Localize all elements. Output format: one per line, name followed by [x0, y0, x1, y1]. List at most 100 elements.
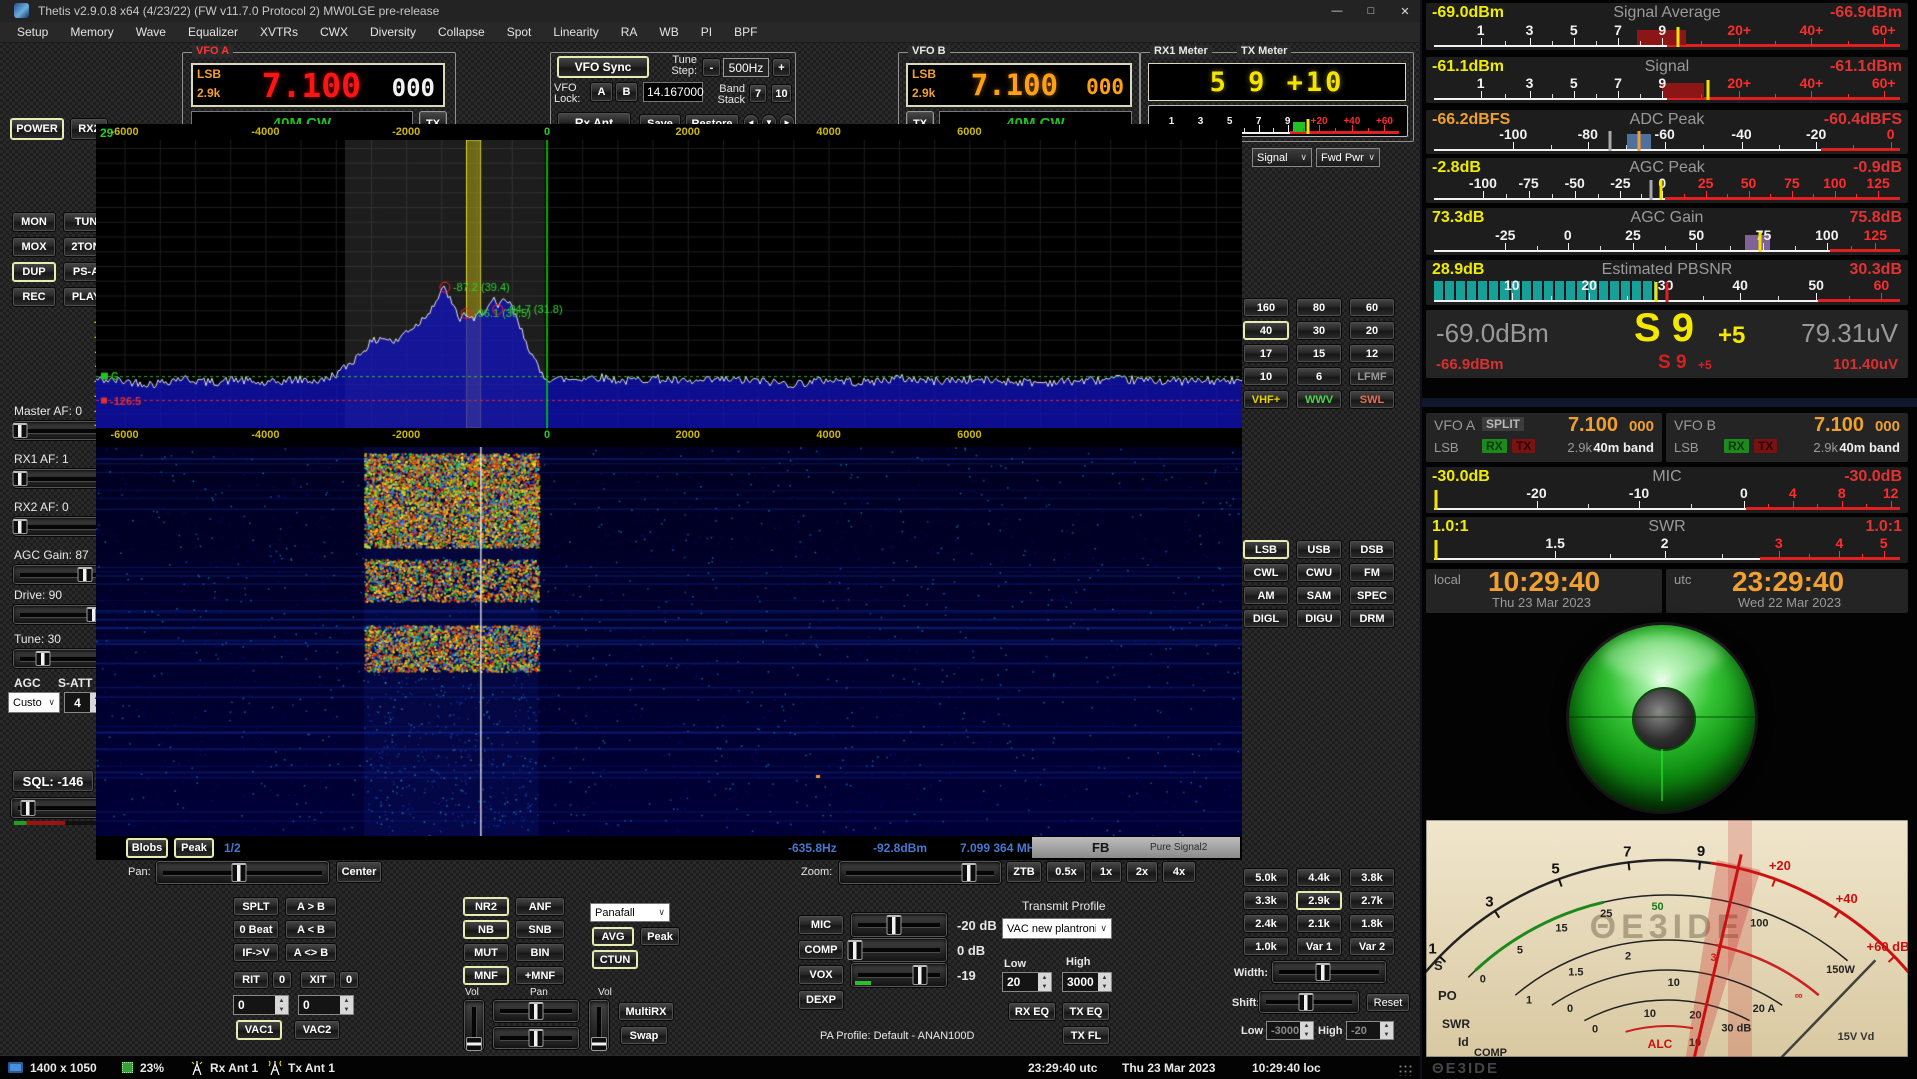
zoom-2x-button[interactable]: 2x: [1126, 861, 1158, 883]
vfo-op-button-a-b[interactable]: A <> B: [285, 943, 337, 962]
peak-button[interactable]: Peak: [174, 838, 214, 858]
avg-button[interactable]: AVG: [592, 927, 634, 946]
mic-slider[interactable]: [850, 912, 948, 938]
comp-button[interactable]: COMP: [798, 940, 844, 960]
menu-wb[interactable]: WB: [648, 23, 689, 41]
menu-pi[interactable]: PI: [690, 23, 723, 41]
menu-ra[interactable]: RA: [610, 23, 649, 41]
dsp-button-snb[interactable]: SNB: [515, 920, 565, 939]
tx-button-rec[interactable]: REC: [12, 287, 56, 307]
band-button-15[interactable]: 15: [1296, 344, 1342, 363]
filter-button-4-4k[interactable]: 4.4k: [1296, 868, 1342, 887]
vox-slider[interactable]: [850, 962, 948, 988]
frequency-entry-field[interactable]: 14.167000: [643, 82, 703, 102]
waterfall-canvas[interactable]: [96, 447, 1242, 836]
menu-collapse[interactable]: Collapse: [427, 23, 496, 41]
dsp-button-nb[interactable]: NB: [463, 920, 509, 939]
tab-fb[interactable]: FB: [1092, 840, 1109, 855]
rx1-vol-slider[interactable]: [463, 999, 485, 1051]
band-button-40[interactable]: 40: [1243, 321, 1289, 340]
filter-button-var-2[interactable]: Var 2: [1349, 937, 1395, 956]
tx-fl-button[interactable]: TX FL: [1062, 1026, 1110, 1045]
menu-cwx[interactable]: CWX: [309, 23, 359, 41]
xit-stepper[interactable]: 0▲▼: [298, 995, 354, 1015]
band-button-12[interactable]: 12: [1349, 344, 1395, 363]
filter-button-5-0k[interactable]: 5.0k: [1243, 868, 1289, 887]
mode-button-lsb[interactable]: LSB: [1243, 540, 1289, 559]
vox-button[interactable]: VOX: [798, 965, 844, 985]
zoom-1x-button[interactable]: 1x: [1090, 861, 1122, 883]
slider-thumb[interactable]: [887, 915, 902, 935]
resize-grip[interactable]: [1398, 1064, 1412, 1076]
shift-reset-button[interactable]: Reset: [1366, 993, 1410, 1012]
slider-thumb[interactable]: [36, 651, 51, 666]
dsp-button-mnf[interactable]: MNF: [463, 966, 509, 985]
panadapter-canvas[interactable]: [96, 140, 1242, 428]
menu-spot[interactable]: Spot: [496, 23, 543, 41]
filter-button-var-1[interactable]: Var 1: [1296, 937, 1342, 956]
band-button-10[interactable]: 10: [1243, 367, 1289, 386]
agc-gain-slider[interactable]: [12, 564, 106, 585]
vac2-button[interactable]: VAC2: [294, 1020, 340, 1040]
band-button-30[interactable]: 30: [1296, 321, 1342, 340]
shift-slider[interactable]: [1258, 990, 1360, 1014]
filter-button-3-3k[interactable]: 3.3k: [1243, 891, 1289, 910]
slider-thumb[interactable]: [847, 940, 862, 960]
tx-button-mon[interactable]: MON: [12, 212, 56, 232]
filter-high-stepper[interactable]: -20▲▼: [1346, 1021, 1394, 1040]
vfo-lock-b-button[interactable]: B: [615, 82, 638, 102]
rit-button[interactable]: RIT: [233, 971, 269, 989]
band-button-17[interactable]: 17: [1243, 344, 1289, 363]
vfo-op-button-a-b[interactable]: A > B: [285, 897, 337, 916]
filter-button-2-7k[interactable]: 2.7k: [1349, 891, 1395, 910]
zoom-0-5x-button[interactable]: 0.5x: [1046, 861, 1086, 883]
mode-button-sam[interactable]: SAM: [1296, 586, 1342, 605]
slider-thumb[interactable]: [1299, 993, 1314, 1011]
mode-button-am[interactable]: AM: [1243, 586, 1289, 605]
band-button-wwv[interactable]: WWV: [1296, 390, 1342, 409]
menu-bpf[interactable]: BPF: [723, 23, 768, 41]
filter-button-1-8k[interactable]: 1.8k: [1349, 914, 1395, 933]
band-button-20[interactable]: 20: [1349, 321, 1395, 340]
menu-wave[interactable]: Wave: [125, 23, 177, 41]
band-button-80[interactable]: 80: [1296, 298, 1342, 317]
filter-button-3-8k[interactable]: 3.8k: [1349, 868, 1395, 887]
tx-eq-button[interactable]: TX EQ: [1062, 1002, 1110, 1021]
band-button-6[interactable]: 6: [1296, 367, 1342, 386]
tune-step-minus-button[interactable]: -: [702, 58, 721, 77]
split-badge[interactable]: SPLIT: [1482, 417, 1524, 431]
vfo-sync-button[interactable]: VFO Sync: [557, 56, 649, 78]
vfo-a-display[interactable]: LSB 2.9k 7.100 000: [191, 63, 445, 107]
rx2-vol-slider[interactable]: [588, 999, 610, 1051]
band-button-60[interactable]: 60: [1349, 298, 1395, 317]
sql-slider[interactable]: [10, 797, 106, 819]
xit-button[interactable]: XIT: [300, 971, 336, 989]
maximize-button[interactable]: □: [1354, 0, 1388, 22]
slider-thumb[interactable]: [13, 471, 28, 486]
ztb-button[interactable]: ZTB: [1006, 861, 1042, 883]
tab-pure-signal[interactable]: Pure Signal2: [1150, 842, 1207, 853]
mic-button[interactable]: MIC: [798, 915, 844, 935]
vfo-op-button-if-v[interactable]: IF->V: [233, 943, 279, 962]
xit-value[interactable]: 0: [339, 971, 359, 989]
vac1-button[interactable]: VAC1: [236, 1020, 282, 1040]
rx-eq-button[interactable]: RX EQ: [1008, 1002, 1056, 1021]
display-view-dropdown[interactable]: Panafall∨: [590, 903, 670, 922]
rit-value[interactable]: 0: [272, 971, 292, 989]
band-button-160[interactable]: 160: [1243, 298, 1289, 317]
band-button-vhf[interactable]: VHF+: [1243, 390, 1289, 409]
drive-slider[interactable]: [12, 604, 106, 625]
slider-thumb[interactable]: [1316, 963, 1331, 981]
mode-button-spec[interactable]: SPEC: [1349, 586, 1395, 605]
filter-button-1-0k[interactable]: 1.0k: [1243, 937, 1289, 956]
mode-button-cwl[interactable]: CWL: [1243, 563, 1289, 582]
menu-setup[interactable]: Setup: [6, 23, 59, 41]
zoom-4x-button[interactable]: 4x: [1162, 861, 1196, 883]
ctun-button[interactable]: CTUN: [592, 950, 638, 969]
mode-button-fm[interactable]: FM: [1349, 563, 1395, 582]
sql-button[interactable]: SQL: -146: [12, 770, 94, 792]
vfo-op-button-0-beat[interactable]: 0 Beat: [233, 920, 279, 939]
slider-thumb[interactable]: [529, 1029, 544, 1047]
mode-button-digu[interactable]: DIGU: [1296, 609, 1342, 628]
mode-button-digl[interactable]: DIGL: [1243, 609, 1289, 628]
